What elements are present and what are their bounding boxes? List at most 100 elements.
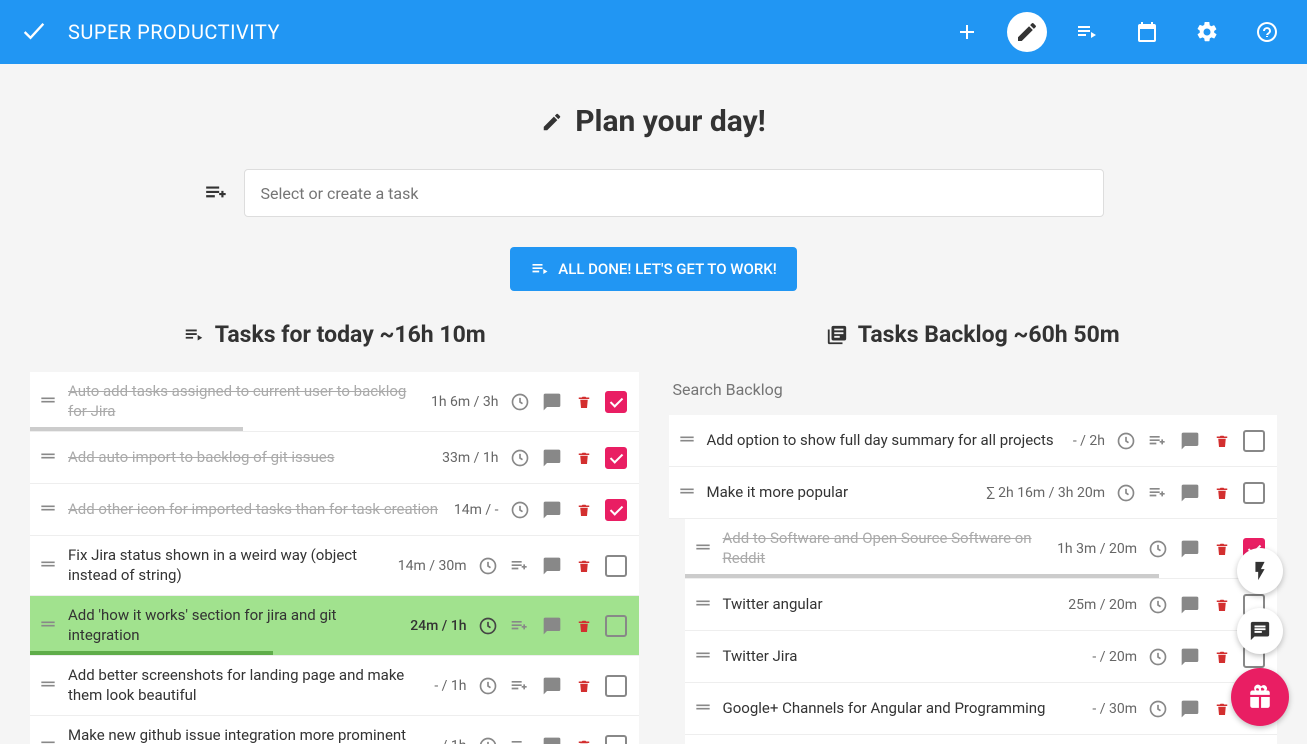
clock-icon[interactable] bbox=[509, 499, 531, 521]
comment-icon[interactable] bbox=[1179, 698, 1201, 720]
task-row[interactable]: Add auto import to backlog of git issues… bbox=[30, 432, 639, 484]
comment-icon[interactable] bbox=[541, 499, 563, 521]
clock-icon[interactable] bbox=[1147, 594, 1169, 616]
clock-icon[interactable] bbox=[1115, 482, 1137, 504]
task-row[interactable]: Twitter Jira- / 20m bbox=[685, 631, 1278, 683]
clock-icon[interactable] bbox=[477, 615, 499, 637]
delete-icon[interactable] bbox=[1211, 594, 1233, 616]
delete-icon[interactable] bbox=[1211, 430, 1233, 452]
comment-icon[interactable] bbox=[541, 675, 563, 697]
task-time: - / 20m bbox=[1092, 649, 1137, 665]
drag-handle-icon[interactable] bbox=[38, 498, 58, 522]
delete-icon[interactable] bbox=[573, 391, 595, 413]
clock-icon[interactable] bbox=[477, 675, 499, 697]
subtasks-icon[interactable] bbox=[509, 675, 531, 697]
drag-handle-icon[interactable] bbox=[38, 390, 58, 414]
drag-handle-icon[interactable] bbox=[693, 593, 713, 617]
task-checkbox[interactable] bbox=[605, 499, 627, 521]
add-task-input[interactable] bbox=[244, 169, 1104, 217]
comment-icon[interactable] bbox=[1179, 646, 1201, 668]
comment-icon[interactable] bbox=[541, 447, 563, 469]
comment-icon[interactable] bbox=[541, 615, 563, 637]
task-row[interactable]: Add better screenshots for landing page … bbox=[30, 656, 639, 716]
task-checkbox[interactable] bbox=[605, 735, 627, 744]
task-row[interactable]: Make it more popular∑ 2h 16m / 3h 20m bbox=[669, 467, 1278, 519]
task-checkbox[interactable] bbox=[605, 615, 627, 637]
clock-icon[interactable] bbox=[477, 555, 499, 577]
notes-button[interactable] bbox=[1237, 608, 1283, 654]
comment-icon[interactable] bbox=[1179, 594, 1201, 616]
drag-handle-icon[interactable] bbox=[38, 446, 58, 470]
drag-handle-icon[interactable] bbox=[38, 674, 58, 698]
gift-fab-button[interactable] bbox=[1231, 668, 1289, 726]
task-row[interactable]: Add 'how it works' section for jira and … bbox=[30, 596, 639, 656]
task-row[interactable]: Add to awesome electron1m / 30m bbox=[685, 735, 1278, 744]
task-checkbox[interactable] bbox=[1243, 430, 1265, 452]
comment-icon[interactable] bbox=[1179, 538, 1201, 560]
delete-icon[interactable] bbox=[573, 735, 595, 744]
task-checkbox[interactable] bbox=[605, 555, 627, 577]
delete-icon[interactable] bbox=[1211, 538, 1233, 560]
comment-icon[interactable] bbox=[541, 555, 563, 577]
task-checkbox[interactable] bbox=[605, 447, 627, 469]
task-row[interactable]: Add other icon for imported tasks than f… bbox=[30, 484, 639, 536]
comment-icon[interactable] bbox=[541, 735, 563, 744]
calendar-button[interactable] bbox=[1127, 12, 1167, 52]
delete-icon[interactable] bbox=[573, 499, 595, 521]
subtasks-icon[interactable] bbox=[1147, 482, 1169, 504]
delete-icon[interactable] bbox=[573, 615, 595, 637]
edit-mode-button[interactable] bbox=[1007, 12, 1047, 52]
task-row[interactable]: Auto add tasks assigned to current user … bbox=[30, 372, 639, 432]
task-row[interactable]: Fix Jira status shown in a weird way (ob… bbox=[30, 536, 639, 596]
clock-icon[interactable] bbox=[1147, 646, 1169, 668]
subtasks-icon[interactable] bbox=[1147, 430, 1169, 452]
task-time: - / 1h bbox=[434, 678, 466, 694]
subtasks-icon[interactable] bbox=[509, 615, 531, 637]
clock-icon[interactable] bbox=[1147, 538, 1169, 560]
clock-icon[interactable] bbox=[1115, 430, 1137, 452]
help-button[interactable] bbox=[1247, 12, 1287, 52]
delete-icon[interactable] bbox=[1211, 698, 1233, 720]
clock-icon[interactable] bbox=[509, 447, 531, 469]
task-checkbox[interactable] bbox=[1243, 482, 1265, 504]
delete-icon[interactable] bbox=[1211, 482, 1233, 504]
clock-icon[interactable] bbox=[1147, 698, 1169, 720]
task-row[interactable]: Make new github issue integration more p… bbox=[30, 716, 639, 744]
comment-icon[interactable] bbox=[1179, 430, 1201, 452]
task-time: 14m / 30m bbox=[398, 558, 467, 574]
task-title: Google+ Channels for Angular and Program… bbox=[723, 699, 1083, 719]
delete-icon[interactable] bbox=[573, 555, 595, 577]
clock-icon[interactable] bbox=[477, 735, 499, 744]
delete-icon[interactable] bbox=[573, 675, 595, 697]
comment-icon[interactable] bbox=[541, 391, 563, 413]
drag-handle-icon[interactable] bbox=[693, 537, 713, 561]
settings-button[interactable] bbox=[1187, 12, 1227, 52]
clock-icon[interactable] bbox=[509, 391, 531, 413]
subtasks-icon[interactable] bbox=[509, 555, 531, 577]
playlist-add-icon bbox=[204, 180, 230, 206]
playlist-button[interactable] bbox=[1067, 12, 1107, 52]
delete-icon[interactable] bbox=[573, 447, 595, 469]
search-backlog-input[interactable] bbox=[669, 372, 1278, 415]
drag-handle-icon[interactable] bbox=[677, 429, 697, 453]
add-button[interactable] bbox=[947, 12, 987, 52]
task-row[interactable]: Google+ Channels for Angular and Program… bbox=[685, 683, 1278, 735]
drag-handle-icon[interactable] bbox=[693, 645, 713, 669]
task-checkbox[interactable] bbox=[605, 391, 627, 413]
drag-handle-icon[interactable] bbox=[38, 554, 58, 578]
drag-handle-icon[interactable] bbox=[38, 734, 58, 744]
all-done-button[interactable]: ALL DONE! LET'S GET TO WORK! bbox=[510, 247, 796, 291]
task-row[interactable]: Add to Software and Open Source Software… bbox=[685, 519, 1278, 579]
quick-action-button[interactable] bbox=[1237, 548, 1283, 594]
task-checkbox[interactable] bbox=[605, 675, 627, 697]
task-row[interactable]: Add option to show full day summary for … bbox=[669, 415, 1278, 467]
drag-handle-icon[interactable] bbox=[693, 697, 713, 721]
comment-icon[interactable] bbox=[1179, 482, 1201, 504]
subtasks-icon[interactable] bbox=[509, 735, 531, 744]
task-title: Add 'how it works' section for jira and … bbox=[68, 606, 400, 645]
drag-handle-icon[interactable] bbox=[677, 481, 697, 505]
drag-handle-icon[interactable] bbox=[38, 614, 58, 638]
delete-icon[interactable] bbox=[1211, 646, 1233, 668]
task-row[interactable]: Twitter angular25m / 20m bbox=[685, 579, 1278, 631]
task-time: 33m / 1h bbox=[442, 450, 498, 466]
